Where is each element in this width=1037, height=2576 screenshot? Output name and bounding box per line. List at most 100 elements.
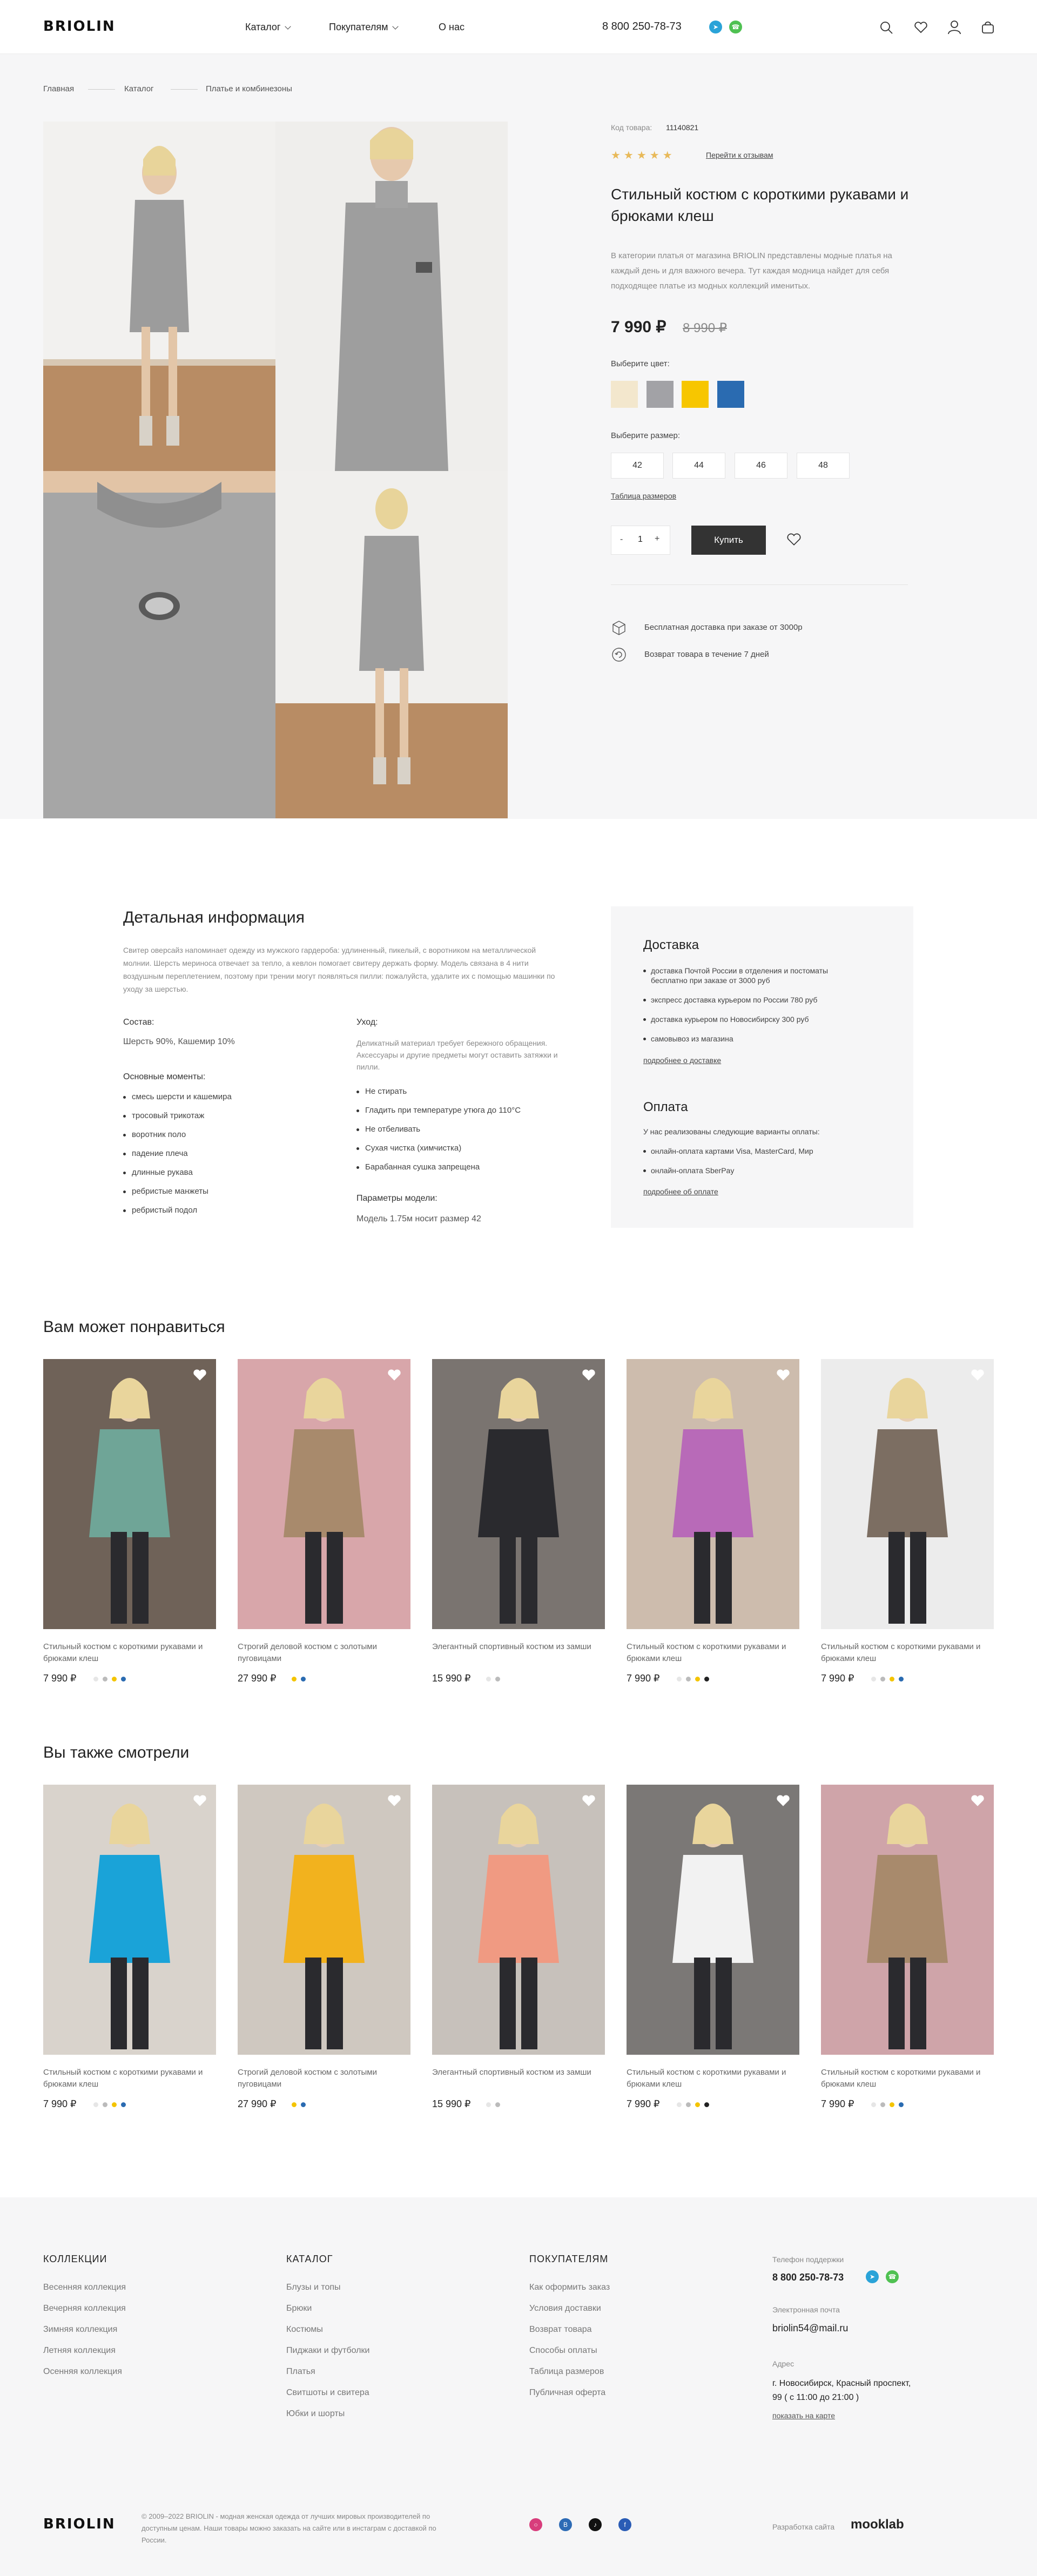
color-swatch-yellow[interactable]: [682, 381, 709, 408]
search-icon[interactable]: [879, 21, 893, 35]
nav-catalog[interactable]: Каталог: [245, 22, 292, 33]
footer-catalog-title: КАТАЛОГ: [286, 2254, 333, 2264]
heart-icon[interactable]: [581, 1793, 596, 1808]
params-value: Модель 1.75м носит размер 42: [356, 1214, 481, 1223]
tiktok-icon[interactable]: ♪: [589, 2518, 602, 2531]
heart-icon[interactable]: [581, 1368, 596, 1383]
qty-decrease-button[interactable]: -: [620, 535, 623, 544]
footer-catalog-link[interactable]: Блузы и топы: [286, 2283, 341, 2292]
product-card-title[interactable]: Стильный костюм с короткими рукавами и б…: [43, 1641, 205, 1665]
product-card-image[interactable]: [43, 1359, 216, 1629]
footer-buyers-link[interactable]: Публичная оферта: [529, 2388, 605, 2398]
product-card-title[interactable]: Стильный костюм с короткими рукавами и б…: [43, 2067, 205, 2090]
color-swatch-cream[interactable]: [611, 381, 638, 408]
heart-icon[interactable]: [970, 1793, 985, 1808]
support-phone[interactable]: 8 800 250-78-73: [772, 2272, 844, 2283]
buy-button[interactable]: Купить: [691, 526, 766, 555]
color-swatch-gray[interactable]: [647, 381, 674, 408]
qty-increase-button[interactable]: +: [655, 534, 659, 544]
footer-buyers-link[interactable]: Возврат товара: [529, 2325, 592, 2335]
size-table-link[interactable]: Таблица размеров: [611, 492, 676, 500]
product-card-image[interactable]: [43, 1785, 216, 2055]
developer-logo[interactable]: mooklab: [851, 2517, 904, 2532]
heart-icon[interactable]: [387, 1793, 402, 1808]
heart-icon[interactable]: [776, 1793, 791, 1808]
product-card-title[interactable]: Строгий деловой костюм с золотыми пугови…: [238, 1641, 400, 1665]
telegram-icon[interactable]: ➤: [866, 2270, 879, 2283]
footer-buyers-link[interactable]: Условия доставки: [529, 2304, 601, 2313]
product-card-image[interactable]: [627, 1785, 799, 2055]
size-option-48[interactable]: 48: [797, 453, 850, 479]
footer-catalog-link[interactable]: Брюки: [286, 2304, 312, 2313]
product-card-title[interactable]: Элегантный спортивный костюм из замши: [432, 1641, 594, 1653]
qty-value[interactable]: 1: [638, 535, 643, 544]
telegram-icon[interactable]: ➤: [709, 21, 722, 33]
product-card-title[interactable]: Строгий деловой костюм с золотыми пугови…: [238, 2067, 400, 2090]
product-photo-4[interactable]: [275, 471, 508, 818]
footer-buyers-link[interactable]: Как оформить заказ: [529, 2283, 610, 2292]
footer-buyers-link[interactable]: Способы оплаты: [529, 2346, 597, 2356]
map-link[interactable]: показать на карте: [772, 2411, 835, 2420]
product-photo-3[interactable]: [43, 471, 275, 818]
heart-icon[interactable]: [776, 1368, 791, 1383]
product-card-title[interactable]: Стильный костюм с короткими рукавами и б…: [821, 2067, 983, 2090]
main-point-item: воротник поло: [123, 1130, 328, 1139]
quantity-stepper: - 1 +: [611, 526, 670, 555]
heart-icon[interactable]: [192, 1368, 207, 1383]
product-card-image[interactable]: [432, 1359, 605, 1629]
size-option-44[interactable]: 44: [672, 453, 725, 479]
footer-collection-link[interactable]: Вечерняя коллекция: [43, 2304, 126, 2313]
vk-icon[interactable]: B: [559, 2518, 572, 2531]
footer-collection-link[interactable]: Весенняя коллекция: [43, 2283, 126, 2292]
footer-catalog-link[interactable]: Свитшоты и свитера: [286, 2388, 369, 2398]
product-card-image[interactable]: [238, 1359, 410, 1629]
delivery-more-link[interactable]: подробнее о доставке: [643, 1056, 721, 1065]
footer-collection-link[interactable]: Осенняя коллекция: [43, 2367, 122, 2377]
product-card-image[interactable]: [627, 1359, 799, 1629]
favorite-heart-icon[interactable]: [786, 532, 802, 547]
payment-more-link[interactable]: подробнее об оплате: [643, 1187, 718, 1196]
heart-icon[interactable]: [914, 21, 928, 35]
color-swatch-blue[interactable]: [717, 381, 744, 408]
footer-catalog-link[interactable]: Пиджаки и футболки: [286, 2346, 369, 2356]
product-photo-1[interactable]: [43, 122, 275, 471]
footer-email[interactable]: briolin54@mail.ru: [772, 2323, 848, 2334]
product-card-image[interactable]: [432, 1785, 605, 2055]
facebook-icon[interactable]: f: [618, 2518, 631, 2531]
product-photo-2[interactable]: [275, 122, 508, 471]
product-card-title[interactable]: Стильный костюм с короткими рукавами и б…: [627, 1641, 789, 1665]
user-icon[interactable]: [947, 19, 961, 35]
heart-icon[interactable]: [970, 1368, 985, 1383]
instagram-icon[interactable]: ○: [529, 2518, 542, 2531]
footer-logo[interactable]: BRIOLIN: [43, 2516, 116, 2532]
footer-catalog-link[interactable]: Костюмы: [286, 2325, 323, 2335]
reviews-link[interactable]: Перейти к отзывам: [706, 151, 773, 159]
heart-icon[interactable]: [192, 1793, 207, 1808]
product-card-image[interactable]: [821, 1359, 994, 1629]
product-card-image[interactable]: [821, 1785, 994, 2055]
footer-buyers-link[interactable]: Таблица размеров: [529, 2367, 604, 2377]
details-intro: Свитер оверсайз напоминает одежду из муж…: [123, 946, 555, 993]
heart-icon[interactable]: [387, 1368, 402, 1383]
product-card-image[interactable]: [238, 1785, 410, 2055]
site-logo[interactable]: BRIOLIN: [43, 18, 116, 35]
care-label: Уход:: [356, 1018, 378, 1027]
breadcrumb-catalog[interactable]: Каталог: [124, 84, 154, 93]
footer-collection-link[interactable]: Зимняя коллекция: [43, 2325, 117, 2335]
product-card-title[interactable]: Стильный костюм с короткими рукавами и б…: [627, 2067, 789, 2090]
nav-buyers[interactable]: Покупателям: [329, 22, 399, 33]
breadcrumb-home[interactable]: Главная: [43, 84, 74, 93]
size-option-46[interactable]: 46: [735, 453, 787, 479]
header-phone[interactable]: 8 800 250-78-73: [602, 21, 682, 33]
size-option-42[interactable]: 42: [611, 453, 664, 479]
footer-catalog-link[interactable]: Платья: [286, 2367, 315, 2377]
product-card-title[interactable]: Стильный костюм с короткими рукавами и б…: [821, 1641, 983, 1665]
cart-icon[interactable]: [981, 19, 995, 35]
footer-collection-link[interactable]: Летняя коллекция: [43, 2346, 116, 2356]
footer-catalog-link[interactable]: Юбки и шорты: [286, 2409, 345, 2419]
whatsapp-icon[interactable]: ☎: [886, 2270, 899, 2283]
nav-about[interactable]: О нас: [439, 22, 464, 33]
product-card-title[interactable]: Элегантный спортивный костюм из замши: [432, 2067, 594, 2079]
details-title: Детальная информация: [123, 909, 305, 926]
whatsapp-icon[interactable]: ☎: [729, 21, 742, 33]
